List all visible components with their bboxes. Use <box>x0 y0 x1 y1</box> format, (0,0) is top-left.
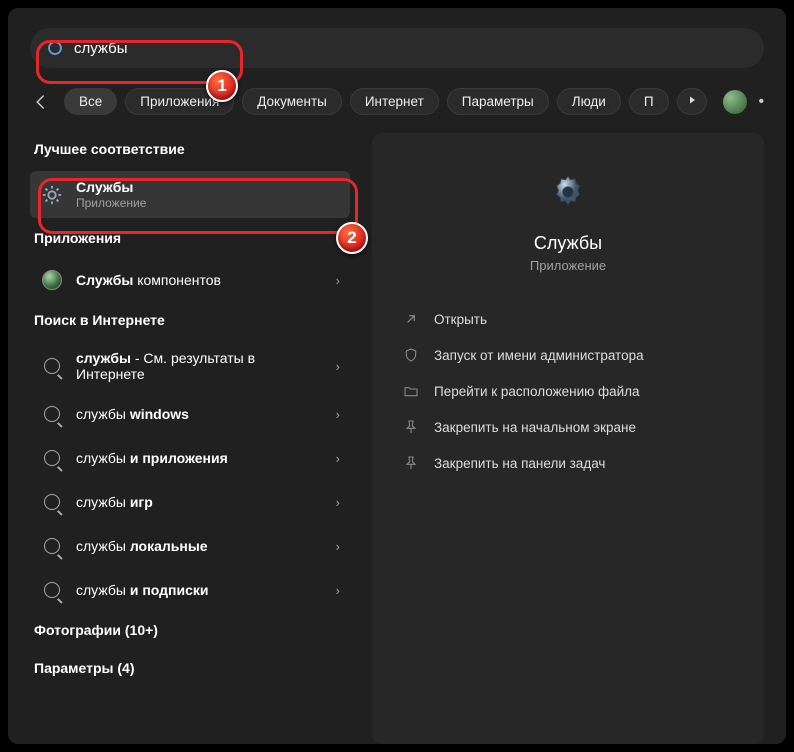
chevron-right-icon: › <box>336 359 340 374</box>
cortana-icon <box>46 39 64 57</box>
action-pin-taskbar[interactable]: Закрепить на панели задач <box>396 447 740 479</box>
chevron-right-icon: › <box>336 273 340 288</box>
shield-icon <box>402 346 420 364</box>
filter-web[interactable]: Интернет <box>350 88 439 115</box>
search-icon <box>40 534 64 558</box>
content: Лучшее соответствие Службы Приложение Пр… <box>30 133 764 744</box>
section-settings[interactable]: Параметры (4) <box>30 652 350 686</box>
filter-documents[interactable]: Документы <box>242 88 342 115</box>
chevron-right-icon: › <box>336 407 340 422</box>
search-icon <box>40 402 64 426</box>
search-icon <box>40 446 64 470</box>
web-result[interactable]: службы и подписки › <box>30 570 350 610</box>
action-run-admin[interactable]: Запуск от имени администратора <box>396 339 740 371</box>
detail-pane: Службы Приложение Открыть Запуск от имен… <box>372 133 764 744</box>
web-result[interactable]: службы локальные › <box>30 526 350 566</box>
results-pane: Лучшее соответствие Службы Приложение Пр… <box>30 133 350 744</box>
pin-icon <box>402 454 420 472</box>
section-best-match: Лучшее соответствие <box>30 133 350 167</box>
web-result[interactable]: службы и приложения › <box>30 438 350 478</box>
component-services-icon <box>40 268 64 292</box>
section-apps: Приложения <box>30 222 350 256</box>
chevron-right-icon: › <box>336 451 340 466</box>
chevron-right-icon: › <box>336 495 340 510</box>
chevron-right-icon: › <box>336 539 340 554</box>
web-result[interactable]: службы windows › <box>30 394 350 434</box>
filter-settings[interactable]: Параметры <box>447 88 549 115</box>
filter-all[interactable]: Все <box>64 88 117 115</box>
open-icon <box>402 310 420 328</box>
search-icon <box>40 490 64 514</box>
search-icon <box>40 354 64 378</box>
filter-next-icon[interactable] <box>677 88 707 115</box>
search-icon <box>40 578 64 602</box>
best-match-result[interactable]: Службы Приложение <box>30 171 350 218</box>
pin-icon <box>402 418 420 436</box>
app-result[interactable]: Службы компонентов › <box>30 260 350 300</box>
action-open[interactable]: Открыть <box>396 303 740 335</box>
action-file-location[interactable]: Перейти к расположению файла <box>396 375 740 407</box>
section-web: Поиск в Интернете <box>30 304 350 338</box>
filter-truncated[interactable]: П <box>629 88 669 115</box>
search-window: Все Приложения Документы Интернет Параме… <box>8 8 786 744</box>
filter-row: Все Приложения Документы Интернет Параме… <box>30 88 764 115</box>
search-bar[interactable] <box>30 28 764 68</box>
folder-icon <box>402 382 420 400</box>
filter-people[interactable]: Люди <box>557 88 621 115</box>
web-result[interactable]: службы - См. результаты в Интернете › <box>30 342 350 390</box>
gear-icon-large <box>547 171 589 213</box>
more-icon[interactable]: ••• <box>755 93 764 111</box>
web-result[interactable]: службы игр › <box>30 482 350 522</box>
action-list: Открыть Запуск от имени администратора П… <box>396 303 740 479</box>
action-pin-start[interactable]: Закрепить на начальном экране <box>396 411 740 443</box>
result-text: Службы Приложение <box>76 179 340 210</box>
user-avatar[interactable] <box>723 90 747 114</box>
section-photos[interactable]: Фотографии (10+) <box>30 614 350 648</box>
search-input[interactable] <box>74 40 748 57</box>
filter-apps[interactable]: Приложения <box>125 88 234 115</box>
chevron-right-icon: › <box>336 583 340 598</box>
detail-title: Службы <box>534 233 602 254</box>
gear-icon <box>40 183 64 207</box>
detail-subtitle: Приложение <box>530 258 606 273</box>
back-arrow-icon[interactable] <box>30 91 52 113</box>
